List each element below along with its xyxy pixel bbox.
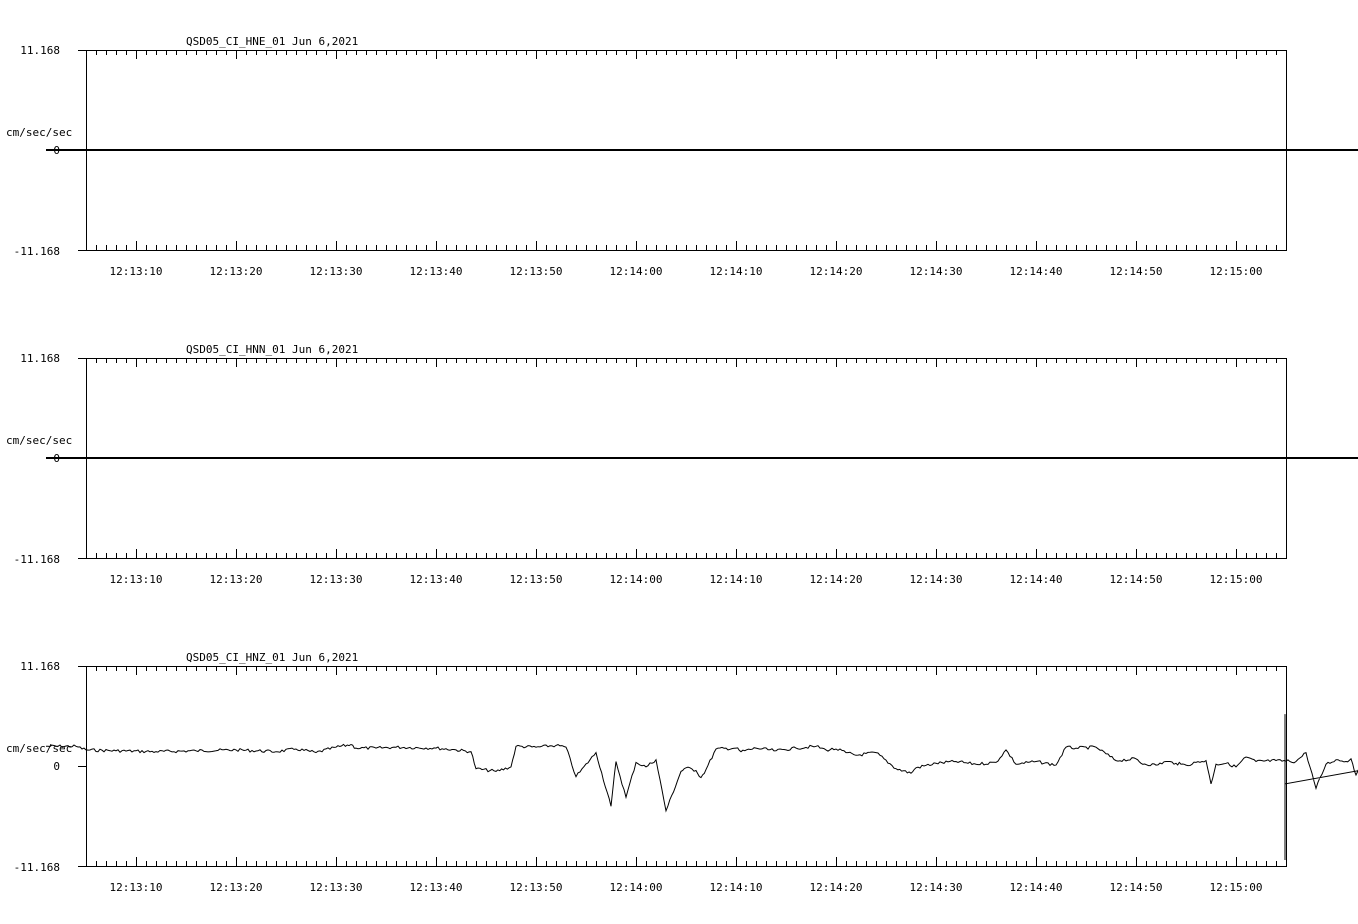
hnn-ytick-bottom: -11.168	[14, 553, 60, 566]
hne-xtick-label-6: 12:14:10	[710, 265, 763, 278]
hnz-xtick-label-9: 12:14:40	[1010, 881, 1063, 894]
hnz-ytick-top: 11.168	[20, 660, 60, 673]
hne-ytick-bottom: -11.168	[14, 245, 60, 258]
hnz-xtick-label-4: 12:13:50	[510, 881, 563, 894]
hnn-xtick-label-1: 12:13:20	[210, 573, 263, 586]
hnn-xtick-label-2: 12:13:30	[310, 573, 363, 586]
hne-xtick-label-5: 12:14:00	[610, 265, 663, 278]
hnn-xtick-label-3: 12:13:40	[410, 573, 463, 586]
hnz-ylabel: cm/sec/sec	[6, 742, 72, 755]
hnz-xtick-label-11: 12:15:00	[1210, 881, 1263, 894]
hne-title: QSD05_CI_HNE_01 Jun 6,2021	[186, 35, 358, 48]
hne-xtick-label-0: 12:13:10	[110, 265, 163, 278]
hne-xtick-label-4: 12:13:50	[510, 265, 563, 278]
hnn-ylabel: cm/sec/sec	[6, 434, 72, 447]
hnn-xtick-label-10: 12:14:50	[1110, 573, 1163, 586]
hnn-xtick-label-0: 12:13:10	[110, 573, 163, 586]
hnz-title: QSD05_CI_HNZ_01 Jun 6,2021	[186, 651, 358, 664]
hne-xtick-label-3: 12:13:40	[410, 265, 463, 278]
hne-xtick-label-10: 12:14:50	[1110, 265, 1163, 278]
hnn-xtick-label-11: 12:15:00	[1210, 573, 1263, 586]
hnn-xtick-label-4: 12:13:50	[510, 573, 563, 586]
hnn-xtick-label-8: 12:14:30	[910, 573, 963, 586]
hnz-xtick-label-5: 12:14:00	[610, 881, 663, 894]
hne-xtick-label-2: 12:13:30	[310, 265, 363, 278]
hne-xtick-label-11: 12:15:00	[1210, 265, 1263, 278]
hnz-ytick-zero: 0	[53, 760, 60, 773]
hnn-xtick-label-9: 12:14:40	[1010, 573, 1063, 586]
hnz-xtick-label-6: 12:14:10	[710, 881, 763, 894]
hnz-xtick-label-1: 12:13:20	[210, 881, 263, 894]
hne-xtick-label-9: 12:14:40	[1010, 265, 1063, 278]
hnz-xtick-label-3: 12:13:40	[410, 881, 463, 894]
hne-ytick-top: 11.168	[20, 44, 60, 57]
hne-xtick-label-7: 12:14:20	[810, 265, 863, 278]
hne-xtick-label-1: 12:13:20	[210, 265, 263, 278]
hnn-title: QSD05_CI_HNN_01 Jun 6,2021	[186, 343, 358, 356]
hnz-xtick-label-8: 12:14:30	[910, 881, 963, 894]
hne-ylabel: cm/sec/sec	[6, 126, 72, 139]
hnz-panel: QSD05_CI_HNZ_01 Jun 6,2021 cm/sec/sec 11…	[6, 651, 1358, 894]
hnn-panel: QSD05_CI_HNN_01 Jun 6,2021 cm/sec/sec 11…	[6, 343, 1358, 586]
hne-panel: QSD05_CI_HNE_01 Jun 6,2021 cm/sec/sec 11…	[6, 35, 1358, 278]
hnz-xtick-label-0: 12:13:10	[110, 881, 163, 894]
hne-xtick-label-8: 12:14:30	[910, 265, 963, 278]
hnz-frame	[86, 666, 1287, 867]
hnn-ytick-top: 11.168	[20, 352, 60, 365]
hnz-xtick-label-10: 12:14:50	[1110, 881, 1163, 894]
hnz-trace-0	[46, 714, 1358, 860]
hnz-xtick-label-2: 12:13:30	[310, 881, 363, 894]
hnz-ytick-bottom: -11.168	[14, 861, 60, 874]
hnn-xtick-label-7: 12:14:20	[810, 573, 863, 586]
hnn-xtick-label-5: 12:14:00	[610, 573, 663, 586]
hnz-xtick-label-7: 12:14:20	[810, 881, 863, 894]
seismogram-figure: QSD05_CI_HNE_01 Jun 6,2021 cm/sec/sec 11…	[6, 35, 1358, 894]
hnn-xtick-label-6: 12:14:10	[710, 573, 763, 586]
